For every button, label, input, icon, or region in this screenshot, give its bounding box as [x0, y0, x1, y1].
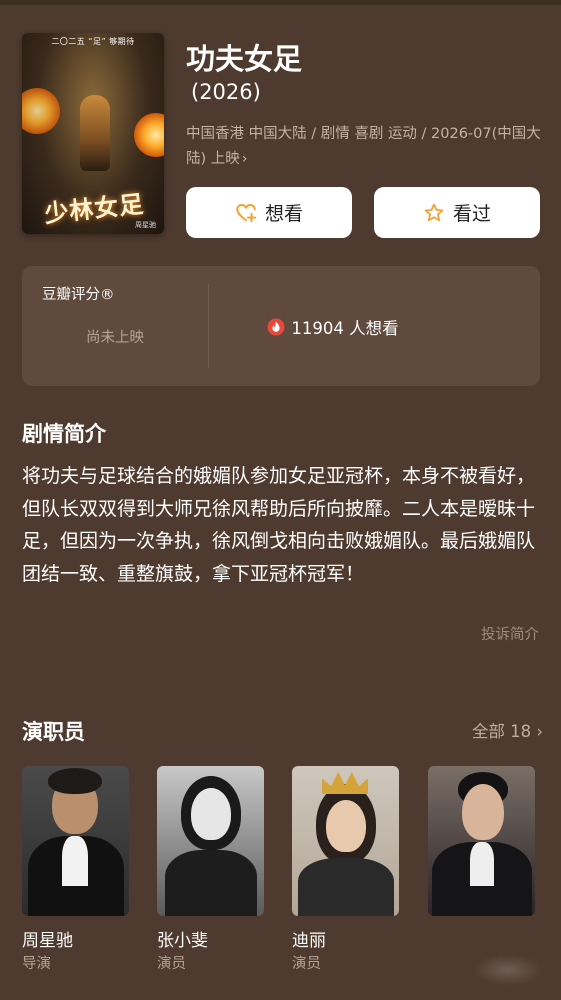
rating-card[interactable]: 豆瓣评分® 尚未上映 11904 人想看 [22, 266, 540, 386]
seen-label: 看过 [452, 203, 491, 225]
cast-name: 张小斐 [157, 931, 208, 951]
want-label: 想看 [264, 203, 303, 225]
cast-name: 迪丽 [292, 931, 326, 951]
cast-photo [428, 766, 535, 916]
cast-name: 周星驰 [22, 931, 73, 951]
top-bar [0, 0, 561, 5]
photo-hair [48, 768, 102, 794]
cast-card[interactable]: 迪丽 演员 [292, 766, 399, 972]
view-all-cast-link[interactable]: 全部 18 › [472, 718, 543, 742]
douban-rating-label: 豆瓣评分® [42, 287, 115, 303]
cast-card[interactable]: 周星驰 导演 [22, 766, 129, 972]
heart-plus-icon [236, 203, 257, 222]
star-icon [424, 203, 444, 221]
want-to-watch-button[interactable]: 想看 [186, 187, 352, 238]
photo-head [191, 788, 231, 840]
photo-shirt [62, 836, 88, 886]
movie-title: 功夫女足 [186, 42, 303, 76]
movie-poster[interactable]: 二〇二五 “足” 够期待 少林女足 周星驰 [22, 33, 164, 234]
movie-year: (2026) [191, 80, 261, 104]
poster-figure [80, 95, 110, 171]
photo-shirt [470, 842, 494, 886]
photo-body [298, 858, 394, 916]
rating-status: 尚未上映 [86, 330, 144, 346]
cast-photo [22, 766, 129, 916]
report-synopsis-link[interactable]: 投诉简介 [481, 623, 539, 644]
synopsis-heading: 剧情简介 [22, 422, 106, 446]
cast-role: 导演 [22, 956, 51, 972]
cast-photo [157, 766, 264, 916]
poster-credit: 周星驰 [135, 221, 156, 229]
photo-head [462, 784, 504, 840]
poster-slogan: 二〇二五 “足” 够期待 [51, 37, 135, 46]
flame-icon [267, 318, 285, 336]
fireball-decoration [134, 113, 164, 157]
fireball-decoration [22, 88, 60, 134]
chevron-right-icon: › [536, 722, 543, 741]
photo-crown [322, 772, 368, 794]
movie-meta[interactable]: 中国香港 中国大陆 / 剧情 喜剧 运动 / 2026-07(中国大陆) 上映 › [186, 122, 542, 172]
cast-card[interactable]: 张小斐 演员 [157, 766, 264, 972]
cast-photo [292, 766, 399, 916]
photo-head [326, 800, 366, 852]
synopsis-text[interactable]: 将功夫与足球结合的娥媚队参加女足亚冠杯，本身不被看好，但队长双双得到大师兄徐风帮… [22, 460, 542, 590]
cast-role: 演员 [157, 956, 186, 972]
wish-count: 11904 人想看 [208, 315, 458, 339]
cast-role: 演员 [292, 956, 321, 972]
wish-count-text: 11904 人想看 [291, 319, 399, 338]
watched-button[interactable]: 看过 [374, 187, 540, 238]
watermark [473, 954, 543, 986]
meta-text: 中国香港 中国大陆 / 剧情 喜剧 运动 / 2026-07(中国大陆) 上映 [186, 126, 541, 167]
movie-detail-page: 二〇二五 “足” 够期待 少林女足 周星驰 功夫女足 (2026) 中国香港 中… [0, 0, 561, 1000]
photo-body [165, 850, 257, 916]
view-all-label: 全部 18 [471, 722, 532, 741]
chevron-right-icon: › [241, 151, 248, 167]
cast-heading: 演职员 [22, 720, 85, 744]
cast-card[interactable] [428, 766, 535, 916]
